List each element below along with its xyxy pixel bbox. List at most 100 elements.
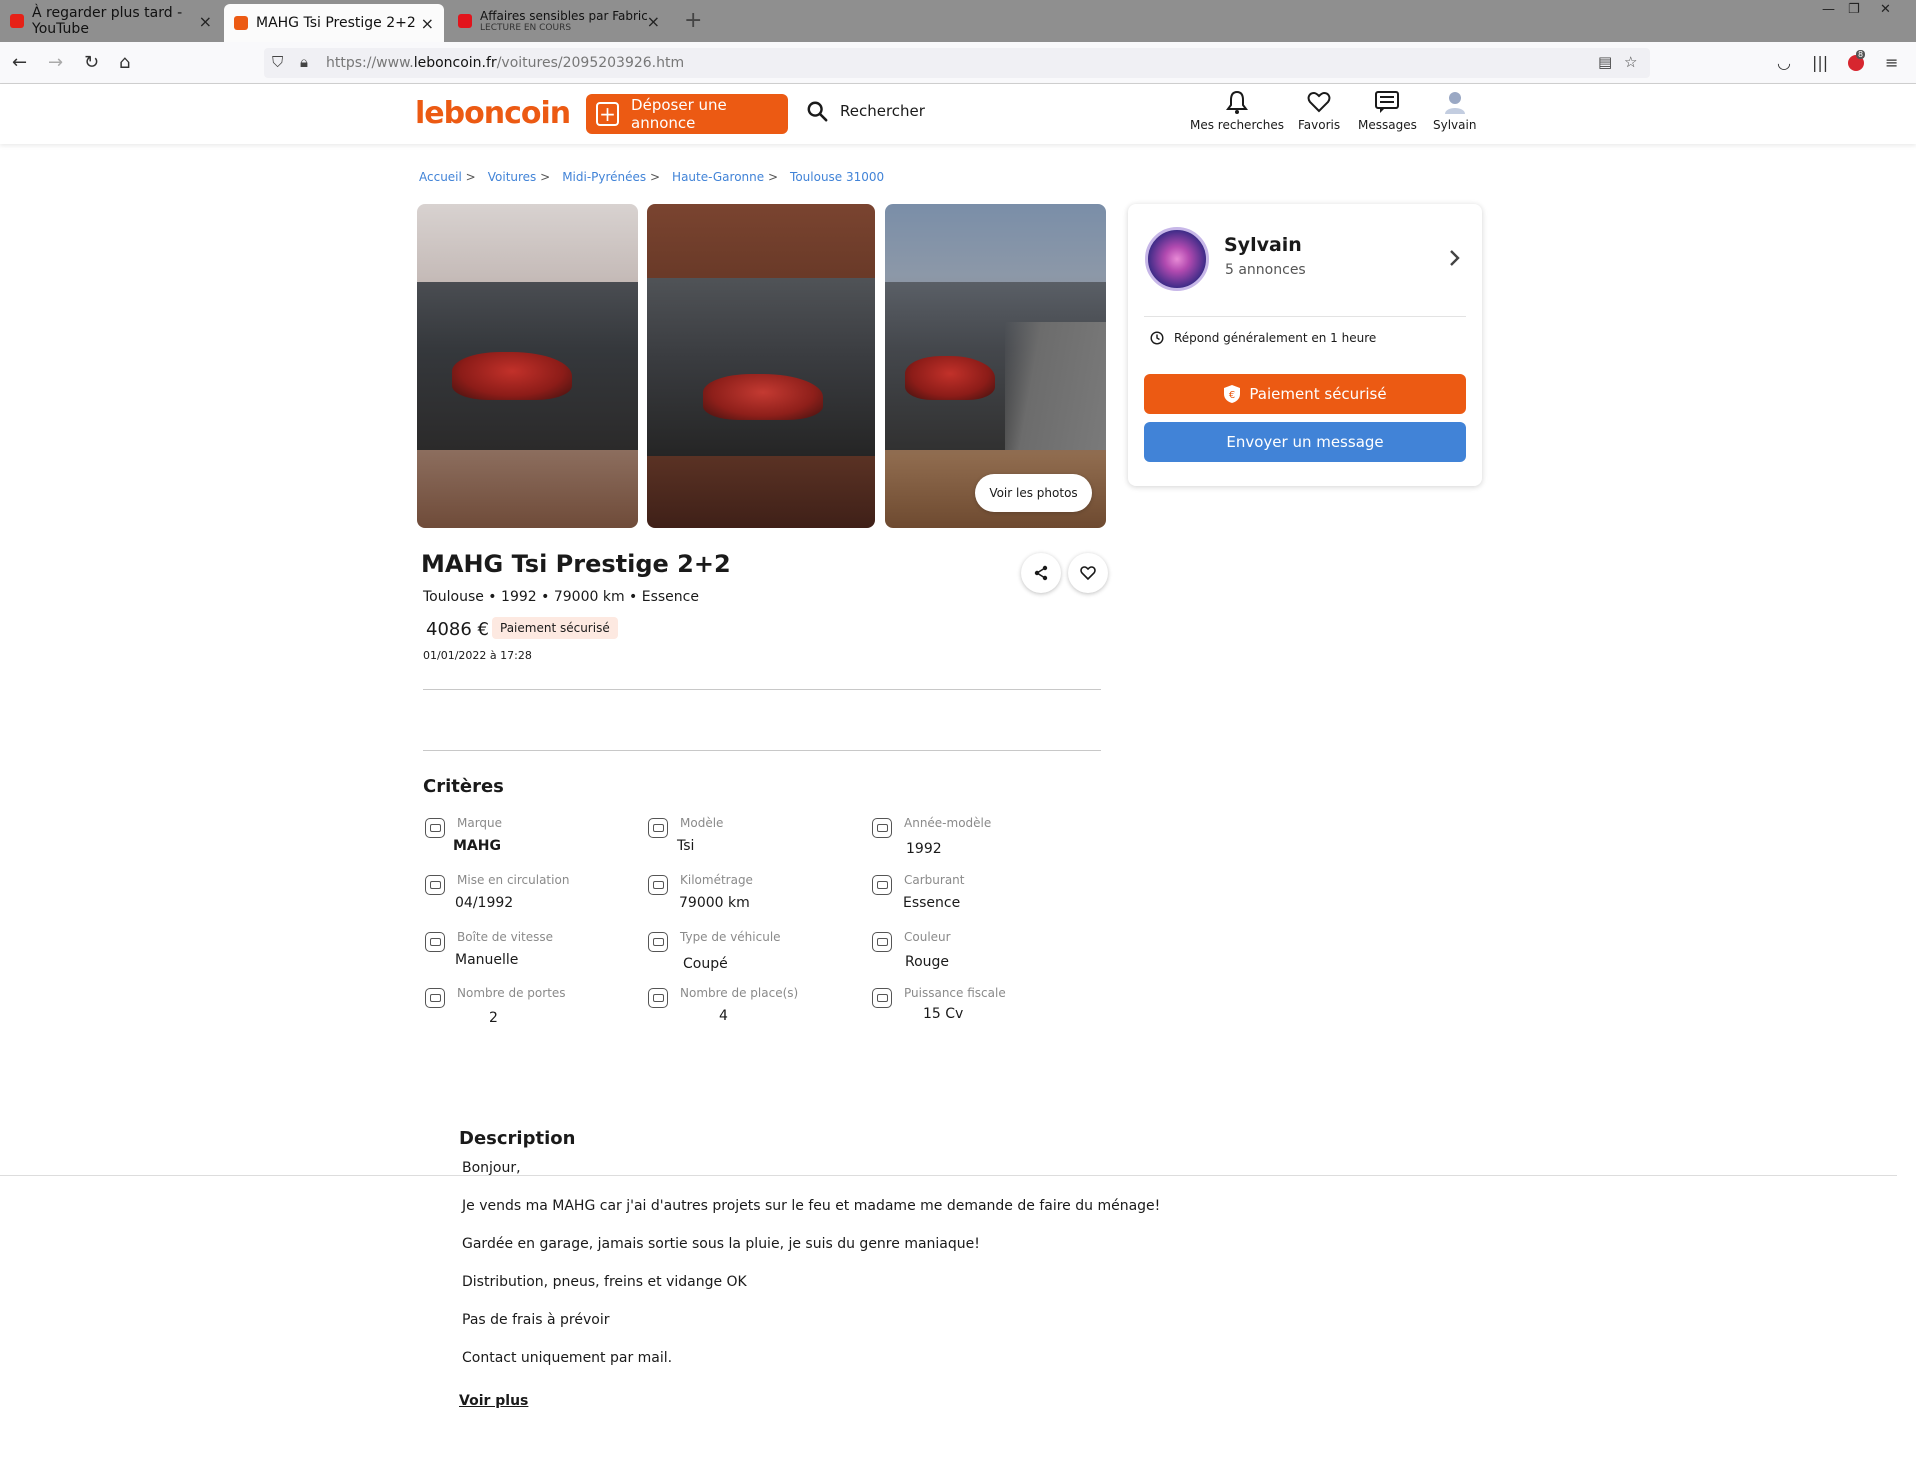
breadcrumb-department[interactable]: Haute-Garonne: [672, 170, 764, 184]
nav-messages[interactable]: Messages: [1358, 90, 1417, 132]
tab-podcast[interactable]: Affaires sensibles par Fabrice Dr LECTUR…: [448, 4, 670, 38]
tab-leboncoin[interactable]: MAHG Tsi Prestige 2+2 ×: [224, 4, 444, 42]
clock-icon: [1150, 331, 1164, 345]
close-icon[interactable]: ×: [421, 14, 434, 33]
description-line: Pas de frais à prévoir: [462, 1312, 610, 1328]
gearbox-icon: [425, 932, 445, 952]
seller-name[interactable]: Sylvain: [1224, 234, 1302, 256]
leboncoin-logo[interactable]: leboncoin: [415, 96, 571, 131]
home-icon[interactable]: ⌂: [119, 52, 130, 73]
menu-icon[interactable]: ≡: [1885, 53, 1898, 72]
speedometer-icon: [648, 875, 668, 895]
secure-payment-badge: Paiement sécurisé: [492, 617, 618, 639]
red-car-shape: [703, 374, 823, 420]
search-button[interactable]: Rechercher: [806, 100, 925, 122]
nav-mes-recherches[interactable]: Mes recherches: [1190, 90, 1284, 132]
bookmark-star-icon[interactable]: ☆: [1624, 53, 1637, 71]
user-icon: [1444, 92, 1465, 114]
photo-1[interactable]: [417, 204, 638, 528]
library-icon[interactable]: |||: [1812, 53, 1828, 72]
url-text[interactable]: https://www.leboncoin.fr/voitures/209520…: [326, 55, 684, 71]
avatar[interactable]: [1145, 227, 1209, 291]
restore-icon[interactable]: ❐: [1848, 2, 1860, 17]
divider: [423, 750, 1101, 751]
engine-icon: [872, 988, 892, 1008]
listing-date: 01/01/2022 à 17:28: [423, 649, 532, 662]
photo-2[interactable]: [647, 204, 875, 528]
listing-title: MAHG Tsi Prestige 2+2: [421, 550, 731, 578]
car-brand-icon: [425, 818, 445, 838]
minimize-icon[interactable]: —: [1822, 2, 1835, 17]
car-model-icon: [648, 818, 668, 838]
divider: [423, 689, 1101, 690]
nav-favoris[interactable]: Favoris: [1298, 90, 1340, 132]
lock-icon[interactable]: 🔒︎: [300, 53, 308, 71]
description-line: Distribution, pneus, freins et vidange O…: [462, 1274, 747, 1290]
seat-icon: [648, 988, 668, 1008]
extension-badge: 8: [1856, 50, 1866, 59]
favorite-button[interactable]: [1068, 553, 1108, 593]
site-header: leboncoin + Déposer une annonce Recherch…: [0, 84, 1916, 144]
bell-icon: [1225, 90, 1248, 114]
close-icon[interactable]: ×: [199, 12, 212, 31]
heart-icon: [1080, 566, 1096, 581]
description-line: Contact uniquement par mail.: [462, 1350, 673, 1366]
address-bar[interactable]: ⛉ 🔒︎ https://www.leboncoin.fr/voitures/2…: [264, 48, 1650, 78]
seller-card: Sylvain 5 annonces Répond généralement e…: [1128, 204, 1482, 486]
svg-text:€: €: [1229, 390, 1235, 401]
tab-youtube[interactable]: À regarder plus tard - YouTube ×: [0, 4, 222, 38]
message-icon: [1375, 91, 1400, 113]
shield-icon[interactable]: ⛉: [272, 53, 283, 71]
listing-price: 4086 €: [426, 619, 489, 640]
seller-reply-time: Répond généralement en 1 heure: [1150, 331, 1376, 345]
secure-payment-button[interactable]: € Paiement sécurisé: [1144, 374, 1466, 414]
breadcrumb-voitures[interactable]: Voitures: [488, 170, 537, 184]
chevron-right-icon[interactable]: [1448, 248, 1462, 268]
close-window-icon[interactable]: ✕: [1880, 2, 1891, 17]
voir-plus-link[interactable]: Voir plus: [459, 1393, 528, 1409]
divider: [1144, 316, 1466, 317]
vehicle-type-icon: [648, 932, 668, 952]
close-icon[interactable]: ×: [647, 12, 660, 31]
description-line: Gardée en garage, jamais sortie sous la …: [462, 1236, 980, 1252]
reload-icon[interactable]: ↻: [84, 52, 99, 73]
breadcrumb-region[interactable]: Midi-Pyrénées: [562, 170, 646, 184]
seller-ad-count: 5 annonces: [1225, 262, 1306, 278]
sidewalk-shape: [1005, 322, 1106, 450]
breadcrumb: Accueil > Voitures > Midi-Pyrénées > Hau…: [419, 170, 885, 184]
forward-icon[interactable]: →: [48, 52, 63, 73]
calendar-icon: [425, 875, 445, 895]
back-icon[interactable]: ←: [12, 52, 27, 73]
search-icon: [807, 101, 828, 122]
nav-profile[interactable]: Sylvain: [1433, 90, 1476, 132]
voir-photos-button[interactable]: Voir les photos: [975, 474, 1092, 512]
breadcrumb-accueil[interactable]: Accueil: [419, 170, 462, 184]
fuel-pump-icon: [872, 875, 892, 895]
heart-icon: [1307, 91, 1331, 113]
reader-view-icon[interactable]: ▤: [1598, 53, 1612, 71]
new-tab-icon[interactable]: +: [684, 8, 702, 33]
door-icon: [425, 988, 445, 1008]
divider: [0, 1175, 1897, 1176]
share-icon: [1034, 565, 1048, 581]
criteria-title: Critères: [423, 776, 504, 797]
shield-euro-icon: €: [1224, 385, 1241, 403]
browser-tab-bar: À regarder plus tard - YouTube × MAHG Ts…: [0, 0, 1916, 42]
pocket-icon[interactable]: ◡: [1777, 53, 1791, 72]
description-line: Bonjour,: [462, 1160, 521, 1176]
breadcrumb-city[interactable]: Toulouse 31000: [790, 170, 884, 184]
calendar-icon: [872, 818, 892, 838]
browser-nav-bar: ← → ↻ ⌂ ⛉ 🔒︎ https://www.leboncoin.fr/vo…: [0, 42, 1916, 84]
podcast-icon: [458, 14, 472, 28]
deposit-ad-button[interactable]: + Déposer une annonce: [586, 94, 788, 134]
share-button[interactable]: [1021, 553, 1061, 593]
leboncoin-icon: [234, 16, 248, 30]
listing-subinfo: Toulouse • 1992 • 79000 km • Essence: [423, 589, 699, 605]
description-title: Description: [459, 1128, 576, 1149]
youtube-icon: [10, 14, 24, 28]
description-line: Je vends ma MAHG car j'ai d'autres proje…: [462, 1198, 1161, 1214]
red-car-shape: [905, 356, 995, 400]
plus-icon: +: [596, 102, 620, 126]
send-message-button[interactable]: Envoyer un message: [1144, 422, 1466, 462]
red-car-shape: [452, 352, 572, 400]
